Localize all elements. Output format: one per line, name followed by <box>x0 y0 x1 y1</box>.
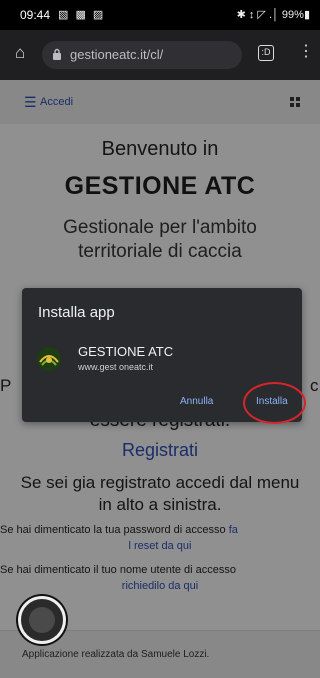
app-logo-icon <box>37 347 61 371</box>
browser-toolbar: ⌂ gestioneatc.it/cl/ :D ⋮ <box>0 30 320 80</box>
url-text: gestioneatc.it/cl/ <box>70 47 164 62</box>
tab-switcher-icon[interactable]: :D <box>258 45 274 61</box>
app-name: GESTIONE ATC <box>78 344 174 359</box>
more-options-icon[interactable]: ⋮ <box>298 44 314 60</box>
status-bar: 09:44 ▧ ▩ ▨ ✱ ↕ ◸ .│ 99%▮ <box>0 0 320 30</box>
address-bar[interactable]: gestioneatc.it/cl/ <box>42 41 242 69</box>
status-time: 09:44 <box>20 8 51 22</box>
system-status-icons: ✱ ↕ ◸ .│ 99%▮ <box>236 9 310 21</box>
app-url: www.gest oneatc.it <box>78 362 154 372</box>
bubble-inner <box>29 607 55 633</box>
lock-icon <box>53 48 61 60</box>
dialog-title: Installa app <box>38 304 115 321</box>
notification-icons: ▧ ▩ ▨ <box>58 9 106 21</box>
cancel-button[interactable]: Annulla <box>180 396 213 407</box>
install-highlight-circle <box>243 382 306 424</box>
home-icon[interactable]: ⌂ <box>15 44 33 62</box>
floating-bubble[interactable] <box>18 596 66 644</box>
